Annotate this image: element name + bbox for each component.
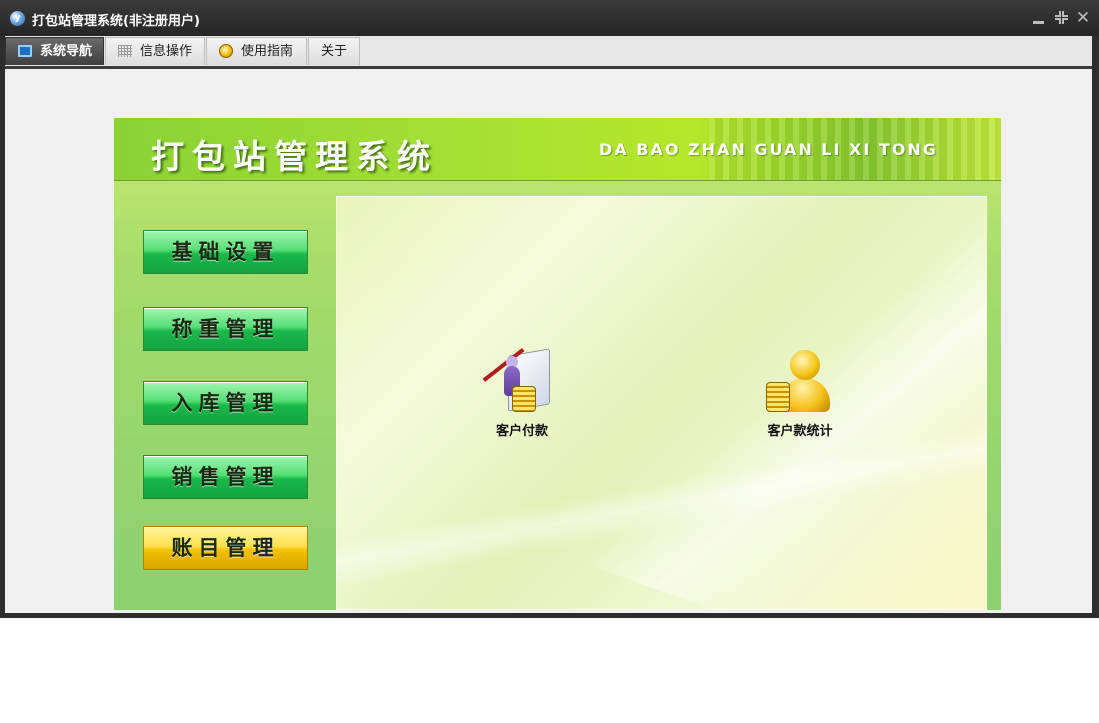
tab-system-navigation[interactable]: 系统导航 — [5, 37, 104, 65]
app-window: y 打包站管理系统(非注册用户) ✕ 系统导航 信息操作 使用指南 关于 打包站… — [0, 0, 1099, 618]
weighing-management-button[interactable]: 称重管理 — [143, 307, 308, 351]
customer-payment-icon — [482, 348, 554, 418]
system-subtitle: DA BAO ZHAN GUAN LI XI TONG — [599, 140, 938, 159]
customer-statistics-icon — [762, 348, 838, 418]
shortcut-area: 客户付款 客户款统计 — [336, 196, 987, 610]
tab-label: 信息操作 — [140, 44, 193, 59]
shortcut-label: 客户付款 — [495, 424, 548, 439]
monitor-icon — [18, 45, 32, 57]
tab-label: 使用指南 — [241, 44, 294, 59]
coin-icon — [219, 44, 233, 58]
close-icon[interactable]: ✕ — [1074, 8, 1092, 28]
navigation-panel: 打包站管理系统 DA BAO ZHAN GUAN LI XI TONG 基础设置… — [114, 118, 1001, 610]
basic-settings-button[interactable]: 基础设置 — [143, 230, 308, 274]
customer-statistics-shortcut[interactable]: 客户款统计 — [745, 348, 855, 439]
tab-bar: 系统导航 信息操作 使用指南 关于 — [5, 36, 1092, 69]
minimize-icon[interactable] — [1030, 8, 1048, 28]
app-logo-icon: y — [10, 11, 25, 26]
tab-info-operations[interactable]: 信息操作 — [105, 37, 205, 65]
accounts-management-button[interactable]: 账目管理 — [143, 526, 308, 570]
tab-label: 系统导航 — [40, 44, 93, 59]
warehousing-management-button[interactable]: 入库管理 — [143, 381, 308, 425]
system-title: 打包站管理系统 — [151, 137, 438, 176]
title-bar[interactable]: y 打包站管理系统(非注册用户) ✕ — [0, 0, 1099, 36]
panel-header: 打包站管理系统 DA BAO ZHAN GUAN LI XI TONG — [114, 118, 1001, 181]
window-title: 打包站管理系统(非注册用户) — [32, 14, 200, 29]
grid-icon — [118, 45, 132, 57]
customer-payment-shortcut[interactable]: 客户付款 — [467, 348, 577, 439]
sales-management-button[interactable]: 销售管理 — [143, 455, 308, 499]
restore-icon[interactable] — [1052, 8, 1070, 28]
shortcut-label: 客户款统计 — [767, 424, 833, 439]
tab-label: 关于 — [321, 44, 348, 59]
tab-about[interactable]: 关于 — [308, 37, 361, 65]
tab-user-guide[interactable]: 使用指南 — [206, 37, 307, 65]
